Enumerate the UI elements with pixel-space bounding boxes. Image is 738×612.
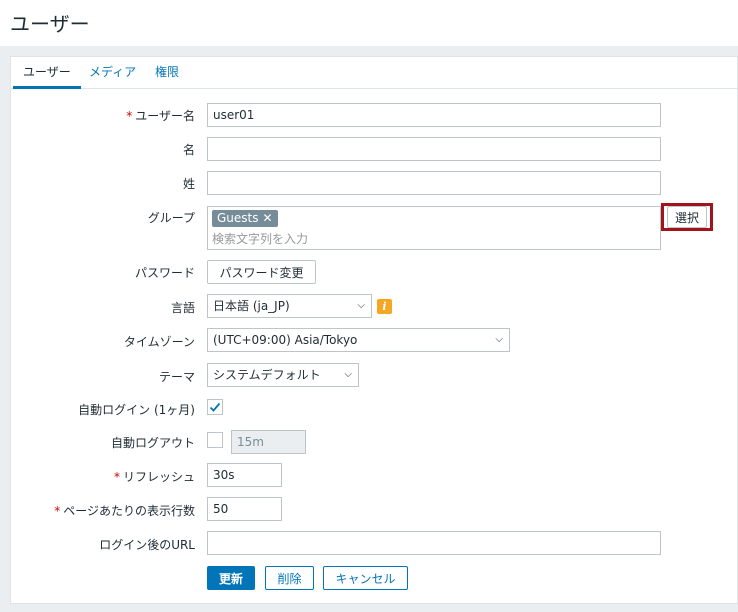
update-button[interactable]: 更新 bbox=[207, 566, 255, 590]
url-label: ログイン後のURL bbox=[99, 538, 195, 552]
refresh-input[interactable] bbox=[207, 463, 282, 487]
groups-label: グループ bbox=[147, 211, 195, 225]
last-name-label: 姓 bbox=[182, 177, 195, 191]
chevron-down-icon: ⌵ bbox=[344, 369, 352, 380]
theme-label: テーマ bbox=[158, 370, 195, 384]
checkmark-icon bbox=[209, 402, 221, 412]
groups-search-input[interactable] bbox=[212, 230, 652, 248]
page-title: ユーザー bbox=[10, 12, 90, 36]
first-name-label: 名 bbox=[182, 143, 195, 157]
required-mark: * bbox=[126, 109, 133, 123]
autologout-checkbox[interactable] bbox=[207, 432, 223, 448]
group-tag-guests: Guests ✕ bbox=[212, 210, 278, 227]
delete-button[interactable]: 削除 bbox=[265, 566, 314, 590]
chevron-down-icon: ⌵ bbox=[357, 300, 365, 311]
rows-per-page-label: * ページあたりの表示行数 bbox=[54, 504, 195, 518]
refresh-label: * リフレッシュ bbox=[113, 470, 195, 484]
username-input[interactable] bbox=[207, 103, 661, 127]
tab-permissions[interactable]: 権限 bbox=[145, 57, 189, 89]
language-select[interactable]: 日本語 (ja_JP) ⌵ bbox=[207, 294, 372, 318]
required-mark: * bbox=[113, 470, 120, 484]
autologin-checkbox[interactable] bbox=[207, 399, 223, 415]
autologout-label: 自動ログアウト bbox=[110, 436, 195, 450]
tab-user[interactable]: ユーザー bbox=[13, 57, 81, 89]
info-icon[interactable]: i bbox=[377, 299, 392, 314]
timezone-select[interactable]: (UTC+09:00) Asia/Tokyo ⌵ bbox=[207, 328, 510, 352]
username-label: * ユーザー名 bbox=[126, 109, 195, 123]
rows-per-page-input[interactable] bbox=[207, 497, 282, 521]
chevron-down-icon: ⌵ bbox=[495, 334, 503, 345]
theme-select[interactable]: システムデフォルト ⌵ bbox=[207, 363, 359, 387]
remove-tag-icon[interactable]: ✕ bbox=[263, 211, 273, 225]
first-name-input[interactable] bbox=[207, 137, 661, 161]
autologin-label: 自動ログイン (1ヶ月) bbox=[78, 403, 195, 417]
change-password-button[interactable]: パスワード変更 bbox=[207, 260, 316, 284]
user-form-panel: ユーザー メディア 権限 *ユーザー名 名 姓 グループ Guests✕ 選択 … bbox=[10, 56, 738, 604]
autologout-input bbox=[231, 430, 306, 454]
tab-media[interactable]: メディア bbox=[79, 57, 146, 89]
groups-select-button[interactable]: 選択 bbox=[667, 206, 707, 228]
cancel-button[interactable]: キャンセル bbox=[323, 566, 408, 590]
password-label: パスワード bbox=[134, 266, 195, 280]
timezone-label: タイムゾーン bbox=[123, 335, 195, 349]
url-input[interactable] bbox=[207, 531, 661, 555]
language-label: 言語 bbox=[170, 301, 195, 315]
tab-bar: ユーザー メディア 権限 bbox=[11, 57, 737, 89]
groups-multiselect[interactable]: Guests ✕ bbox=[207, 206, 661, 250]
page-header: ユーザー bbox=[0, 0, 738, 46]
required-mark: * bbox=[54, 504, 61, 518]
last-name-input[interactable] bbox=[207, 171, 661, 195]
